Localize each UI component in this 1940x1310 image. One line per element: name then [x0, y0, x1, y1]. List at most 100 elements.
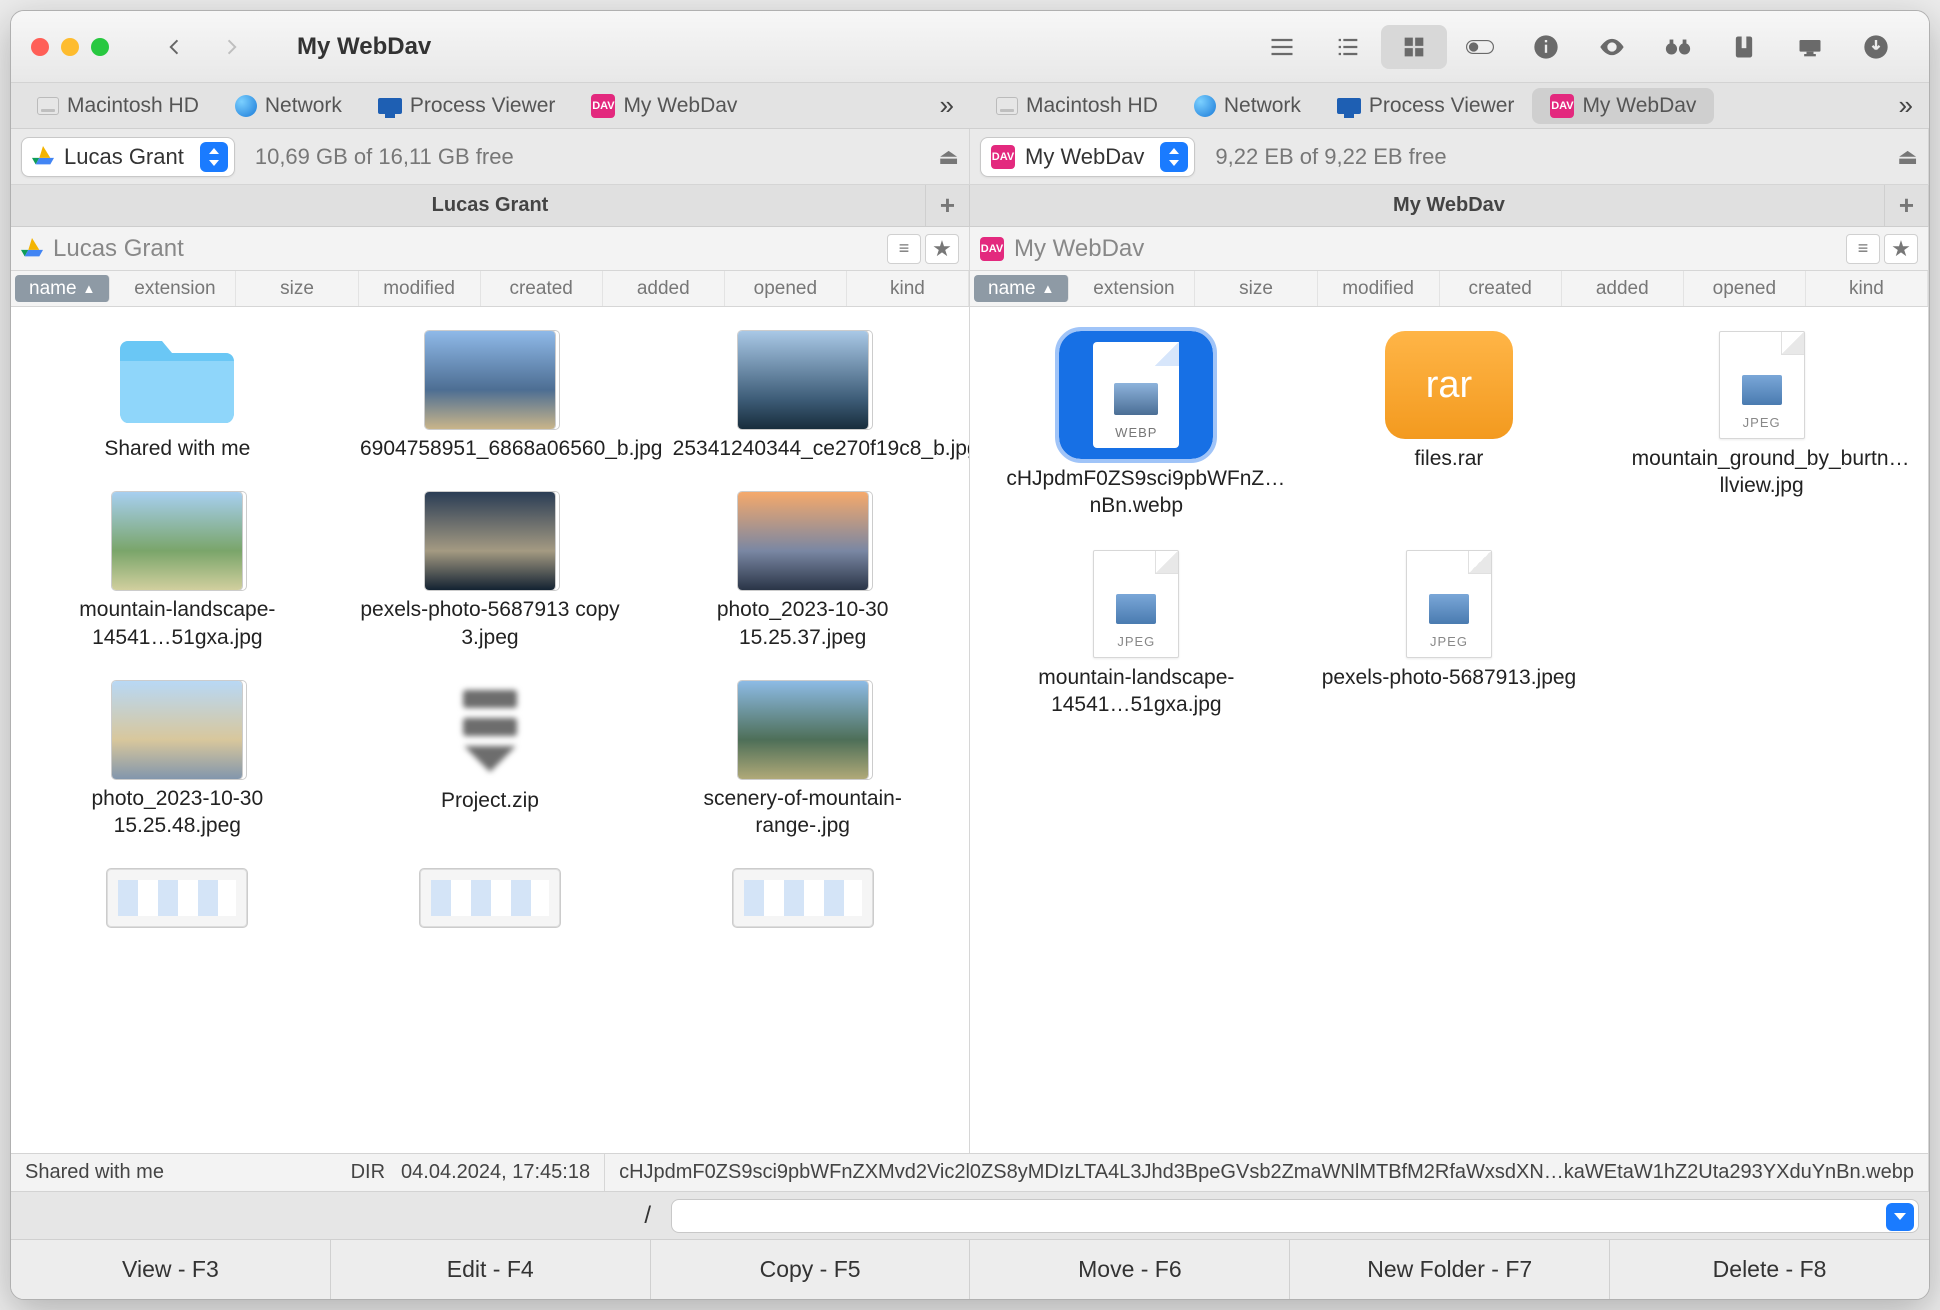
tab-macintosh-hd[interactable]: Macintosh HD [978, 83, 1176, 128]
segment-right[interactable]: My WebDav + [970, 185, 1929, 227]
tab-process-viewer[interactable]: Process Viewer [1319, 83, 1533, 128]
more-tabs-icon[interactable]: » [1883, 90, 1929, 121]
column-created[interactable]: created [481, 271, 603, 306]
file-item[interactable]: photo_2023-10-30 15.25.48.jpeg [42, 681, 312, 840]
column-added[interactable]: added [603, 271, 725, 306]
mini-list-icon[interactable]: ≡ [887, 234, 921, 264]
column-modified[interactable]: modified [359, 271, 481, 306]
server-icon[interactable] [1777, 25, 1843, 69]
cmd-edit[interactable]: Edit - F4 [331, 1240, 651, 1299]
tab-network[interactable]: Network [217, 83, 360, 128]
grid-left: Shared with me 6904758951_6868a06560_b.jp… [27, 331, 953, 933]
stepper-icon[interactable] [200, 142, 228, 172]
file-item[interactable] [668, 869, 938, 933]
cmd-move[interactable]: Move - F6 [970, 1240, 1290, 1299]
cmd-new-folder[interactable]: New Folder - F7 [1290, 1240, 1610, 1299]
add-tab-right-icon[interactable]: + [1884, 185, 1928, 226]
crumb-left-label[interactable]: Lucas Grant [53, 235, 184, 263]
zip-icon [460, 681, 520, 781]
add-tab-left-icon[interactable]: + [925, 185, 969, 226]
path-dropdown-icon[interactable] [1886, 1203, 1914, 1231]
drive-selector-left[interactable]: Lucas Grant [21, 137, 235, 177]
file-item[interactable]: JPEGmountain_ground_by_burtn…llview.jpg [1627, 331, 1897, 520]
favorite-icon[interactable]: ★ [1884, 234, 1918, 264]
tab-my-webdav[interactable]: DAVMy WebDav [573, 83, 755, 128]
segment-left[interactable]: Lucas Grant + [11, 185, 970, 227]
column-modified[interactable]: modified [1318, 271, 1440, 306]
favorite-icon[interactable]: ★ [925, 234, 959, 264]
free-space-left: 10,69 GB of 16,11 GB free [255, 144, 514, 170]
column-extension[interactable]: extension [114, 271, 236, 306]
path-input[interactable] [671, 1199, 1919, 1233]
column-created[interactable]: created [1440, 271, 1562, 306]
tab-process-viewer[interactable]: Process Viewer [360, 83, 574, 128]
pane-right[interactable]: WEBPcHJpdmF0ZS9sci9pbWFnZ…nBn.webprarfil… [970, 307, 1929, 1153]
segment-right-label: My WebDav [1393, 194, 1505, 217]
column-size[interactable]: size [236, 271, 358, 306]
file-item[interactable] [355, 869, 625, 933]
archive-icon[interactable] [1711, 25, 1777, 69]
column-extension[interactable]: extension [1073, 271, 1195, 306]
image-thumbnail [425, 492, 555, 590]
info-icon[interactable] [1513, 25, 1579, 69]
view-list-compact-icon[interactable] [1249, 25, 1315, 69]
eject-right-icon[interactable]: ⏏ [1897, 144, 1918, 170]
tab-macintosh-hd[interactable]: Macintosh HD [19, 83, 217, 128]
toggle-icon[interactable] [1447, 25, 1513, 69]
column-name[interactable]: name▲ [974, 275, 1069, 302]
column-opened[interactable]: opened [1684, 271, 1806, 306]
tab-network[interactable]: Network [1176, 83, 1319, 128]
cmd-view[interactable]: View - F3 [11, 1240, 331, 1299]
forward-button[interactable] [203, 25, 261, 69]
file-item[interactable]: JPEGpexels-photo-5687913.jpeg [1314, 550, 1584, 719]
image-thumbnail [738, 492, 868, 590]
column-opened[interactable]: opened [725, 271, 847, 306]
file-name: 25341240344_ce270f19c8_b.jpg [673, 435, 933, 462]
stepper-icon[interactable] [1160, 142, 1188, 172]
view-grid-icon[interactable] [1381, 25, 1447, 69]
column-name[interactable]: name▲ [15, 275, 110, 302]
crumb-right-label[interactable]: My WebDav [1014, 235, 1144, 263]
cmd-delete[interactable]: Delete - F8 [1610, 1240, 1929, 1299]
file-item[interactable]: 6904758951_6868a06560_b.jpg [355, 331, 625, 462]
file-item[interactable]: JPEGmountain-landscape-14541…51gxa.jpg [1001, 550, 1271, 719]
webdav-icon: DAV [591, 94, 615, 118]
mini-list-icon[interactable]: ≡ [1846, 234, 1880, 264]
file-item[interactable]: pexels-photo-5687913 copy 3.jpeg [355, 492, 625, 651]
pane-left[interactable]: Shared with me 6904758951_6868a06560_b.jp… [11, 307, 970, 1153]
file-item[interactable]: photo_2023-10-30 15.25.37.jpeg [668, 492, 938, 651]
toolbar-icons [1249, 25, 1909, 69]
back-button[interactable] [145, 25, 203, 69]
minimize-button[interactable] [61, 38, 79, 56]
maximize-button[interactable] [91, 38, 109, 56]
column-kind[interactable]: kind [847, 271, 969, 306]
drive-row: Lucas Grant 10,69 GB of 16,11 GB free ⏏ … [11, 129, 1929, 185]
file-item[interactable]: scenery-of-mountain-range-.jpg [668, 681, 938, 840]
download-icon[interactable] [1843, 25, 1909, 69]
segment-left-label: Lucas Grant [432, 194, 549, 217]
file-item[interactable]: rarfiles.rar [1314, 331, 1584, 520]
binoculars-icon[interactable] [1645, 25, 1711, 69]
file-item[interactable]: 25341240344_ce270f19c8_b.jpg [668, 331, 938, 462]
view-list-detail-icon[interactable] [1315, 25, 1381, 69]
close-button[interactable] [31, 38, 49, 56]
preview-icon[interactable] [1579, 25, 1645, 69]
file-item[interactable]: WEBPcHJpdmF0ZS9sci9pbWFnZ…nBn.webp [1001, 331, 1271, 520]
status-bar-1: Shared with me DIR 04.04.2024, 17:45:18 … [11, 1153, 1929, 1191]
file-name: Shared with me [104, 435, 250, 462]
eject-left-icon[interactable]: ⏏ [938, 144, 959, 170]
tab-label: Macintosh HD [1026, 94, 1158, 118]
file-item[interactable]: Shared with me [42, 331, 312, 462]
rar-icon: rar [1385, 331, 1513, 439]
file-item[interactable]: Project.zip [355, 681, 625, 840]
tab-my-webdav[interactable]: DAVMy WebDav [1532, 88, 1714, 124]
jpeg-file-icon: JPEG [1719, 331, 1805, 439]
column-size[interactable]: size [1195, 271, 1317, 306]
cmd-copy[interactable]: Copy - F5 [651, 1240, 971, 1299]
column-kind[interactable]: kind [1806, 271, 1928, 306]
more-tabs-icon[interactable]: » [924, 90, 970, 121]
column-added[interactable]: added [1562, 271, 1684, 306]
drive-selector-right[interactable]: DAV My WebDav [980, 137, 1195, 177]
file-item[interactable] [42, 869, 312, 933]
file-item[interactable]: mountain-landscape-14541…51gxa.jpg [42, 492, 312, 651]
